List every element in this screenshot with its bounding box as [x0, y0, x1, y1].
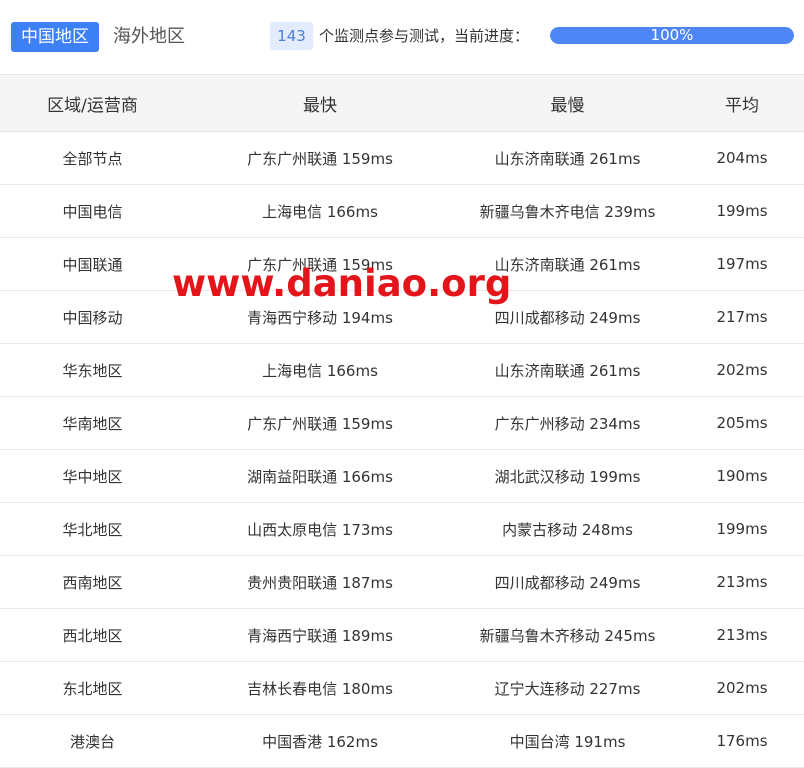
cell-fastest: 中国香港 162ms [185, 714, 455, 768]
cell-slowest: 山东济南联通 261ms [455, 237, 680, 291]
cell-average: 190ms [680, 449, 804, 503]
top-bar: 中国地区 海外地区 143 个监测点参与测试，当前进度： 100% [0, 0, 804, 74]
cell-fastest: 吉林长春电信 180ms [185, 661, 455, 715]
cell-fastest: 青海西宁移动 194ms [185, 290, 455, 344]
cell-fastest: 青海西宁联通 189ms [185, 608, 455, 662]
cell-region: 华中地区 [0, 449, 185, 503]
cell-fastest: 上海电信 166ms [185, 184, 455, 238]
cell-slowest: 内蒙古移动 248ms [455, 502, 680, 556]
header-region: 区域/运营商 [0, 74, 185, 132]
cell-region: 中国联通 [0, 237, 185, 291]
cell-slowest: 新疆乌鲁木齐移动 245ms [455, 608, 680, 662]
cell-average: 217ms [680, 290, 804, 344]
cell-average: 202ms [680, 343, 804, 397]
table-row: 中国移动 青海西宁移动 194ms 四川成都移动 249ms 217ms [0, 290, 804, 344]
table-header-row: 区域/运营商 最快 最慢 平均 [0, 74, 804, 132]
progress-description: 个监测点参与测试，当前进度： [319, 27, 530, 45]
cell-slowest: 山东济南联通 261ms [455, 131, 680, 185]
cell-fastest: 山西太原电信 173ms [185, 502, 455, 556]
cell-fastest: 广东广州联通 159ms [185, 131, 455, 185]
progress-percent-label: 100% [650, 27, 694, 44]
header-average: 平均 [680, 74, 804, 132]
cell-fastest: 广东广州联通 159ms [185, 237, 455, 291]
table-row: 华南地区 广东广州联通 159ms 广东广州移动 234ms 205ms [0, 396, 804, 450]
cell-slowest: 广东广州移动 234ms [455, 396, 680, 450]
cell-average: 197ms [680, 237, 804, 291]
header-slowest: 最慢 [455, 74, 680, 132]
cell-region: 华南地区 [0, 396, 185, 450]
cell-average: 199ms [680, 502, 804, 556]
cell-region: 华东地区 [0, 343, 185, 397]
cell-region: 华北地区 [0, 502, 185, 556]
cell-slowest: 新疆乌鲁木齐电信 239ms [455, 184, 680, 238]
table-row: 港澳台 中国香港 162ms 中国台湾 191ms 176ms [0, 714, 804, 768]
tab-china[interactable]: 中国地区 [11, 22, 99, 52]
cell-region: 西北地区 [0, 608, 185, 662]
cell-slowest: 四川成都移动 249ms [455, 290, 680, 344]
progress-bar: 100% [550, 27, 794, 44]
cell-average: 199ms [680, 184, 804, 238]
table-row: 中国电信 上海电信 166ms 新疆乌鲁木齐电信 239ms 199ms [0, 184, 804, 238]
table-row: 西北地区 青海西宁联通 189ms 新疆乌鲁木齐移动 245ms 213ms [0, 608, 804, 662]
cell-slowest: 湖北武汉移动 199ms [455, 449, 680, 503]
table-row: 华北地区 山西太原电信 173ms 内蒙古移动 248ms 199ms [0, 502, 804, 556]
cell-average: 202ms [680, 661, 804, 715]
cell-slowest: 辽宁大连移动 227ms [455, 661, 680, 715]
table-row: 华东地区 上海电信 166ms 山东济南联通 261ms 202ms [0, 343, 804, 397]
results-table: 区域/运营商 最快 最慢 平均 全部节点 广东广州联通 159ms 山东济南联通 2… [0, 74, 804, 768]
cell-region: 中国电信 [0, 184, 185, 238]
cell-region: 东北地区 [0, 661, 185, 715]
cell-fastest: 广东广州联通 159ms [185, 396, 455, 450]
table-body: 全部节点 广东广州联通 159ms 山东济南联通 261ms 204ms 中国电信 上海电… [0, 131, 804, 768]
tab-overseas[interactable]: 海外地区 [113, 22, 185, 52]
cell-fastest: 贵州贵阳联通 187ms [185, 555, 455, 609]
table-row: 东北地区 吉林长春电信 180ms 辽宁大连移动 227ms 202ms [0, 661, 804, 715]
cell-average: 213ms [680, 555, 804, 609]
cell-fastest: 上海电信 166ms [185, 343, 455, 397]
cell-average: 205ms [680, 396, 804, 450]
monitor-count-badge: 143 [270, 22, 313, 50]
cell-fastest: 湖南益阳联通 166ms [185, 449, 455, 503]
cell-average: 204ms [680, 131, 804, 185]
cell-region: 港澳台 [0, 714, 185, 768]
table-row: 西南地区 贵州贵阳联通 187ms 四川成都移动 249ms 213ms [0, 555, 804, 609]
cell-slowest: 四川成都移动 249ms [455, 555, 680, 609]
cell-region: 西南地区 [0, 555, 185, 609]
cell-slowest: 中国台湾 191ms [455, 714, 680, 768]
table-row: 中国联通 广东广州联通 159ms 山东济南联通 261ms 197ms [0, 237, 804, 291]
cell-average: 213ms [680, 608, 804, 662]
cell-region: 全部节点 [0, 131, 185, 185]
table-row: 全部节点 广东广州联通 159ms 山东济南联通 261ms 204ms [0, 131, 804, 185]
header-fastest: 最快 [185, 74, 455, 132]
cell-region: 中国移动 [0, 290, 185, 344]
cell-average: 176ms [680, 714, 804, 768]
cell-slowest: 山东济南联通 261ms [455, 343, 680, 397]
table-row: 华中地区 湖南益阳联通 166ms 湖北武汉移动 199ms 190ms [0, 449, 804, 503]
